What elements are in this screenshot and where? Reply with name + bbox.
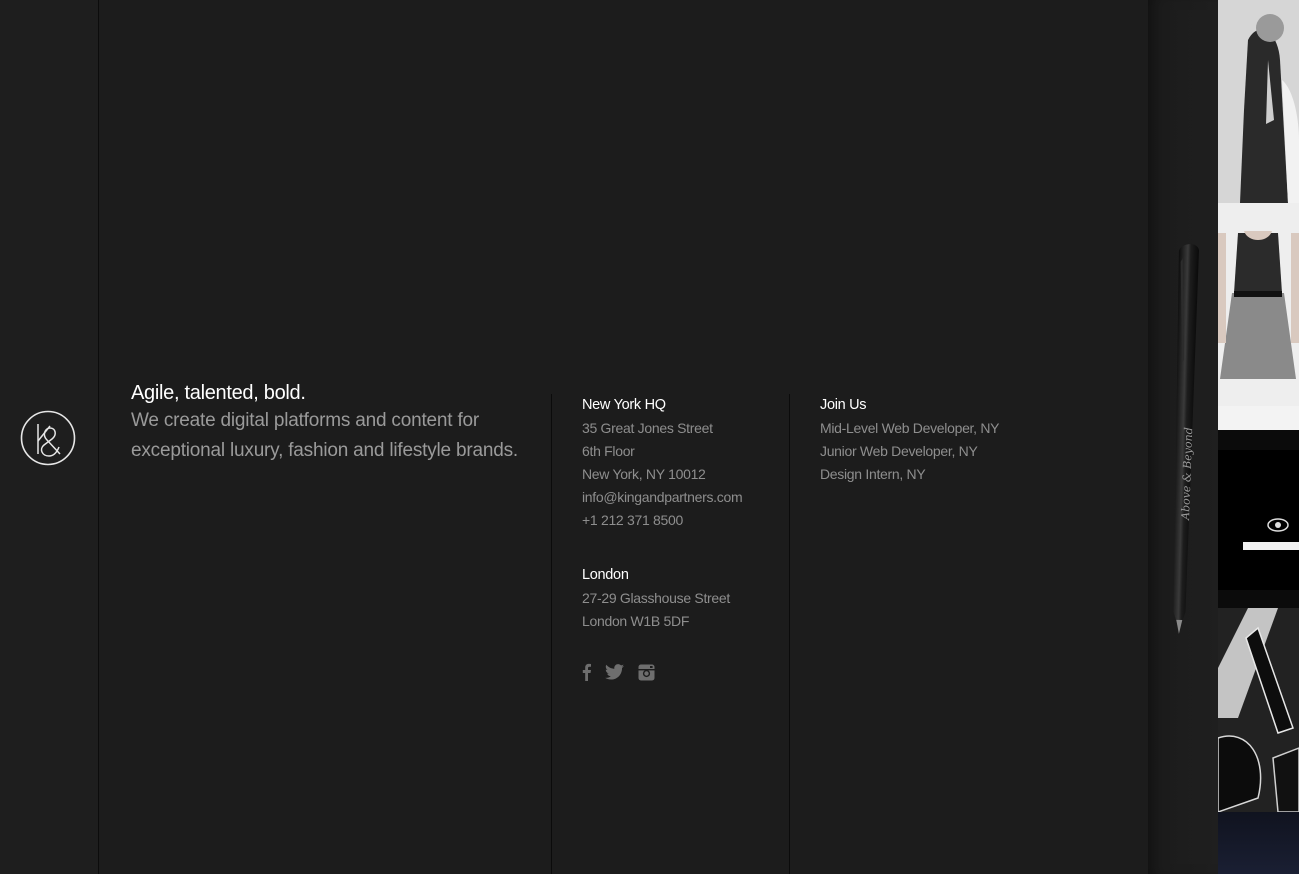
office-new-york: New York HQ 35 Great Jones Street 6th Fl… <box>582 394 743 532</box>
tagline-block: Agile, talented, bold. We create digital… <box>131 380 531 466</box>
instagram-icon[interactable] <box>638 664 655 686</box>
pen-image: Above & Beyond <box>1173 244 1199 634</box>
careers-column: Join Us Mid-Level Web Developer, NY Juni… <box>820 394 999 486</box>
office-london: London 27-29 Glasshouse Street London W1… <box>582 564 730 633</box>
address-line: London W1B 5DF <box>582 613 690 629</box>
job-link-junior-web-developer[interactable]: Junior Web Developer, NY <box>820 440 999 463</box>
job-link-design-intern[interactable]: Design Intern, NY <box>820 463 999 486</box>
address-line: 27-29 Glasshouse Street <box>582 590 730 606</box>
job-link-mid-level-web-developer[interactable]: Mid-Level Web Developer, NY <box>820 417 999 440</box>
address-line: 6th Floor <box>582 443 635 459</box>
portfolio-thumb-navy[interactable] <box>1218 812 1299 874</box>
portfolio-thumb-eye[interactable] <box>1218 430 1299 608</box>
email-link[interactable]: info@kingandpartners.com <box>582 486 743 509</box>
column-divider-right <box>789 394 790 874</box>
portfolio-thumb-graphic[interactable] <box>1218 608 1299 812</box>
office-heading-new-york: New York HQ <box>582 397 666 413</box>
address-line: New York, NY 10012 <box>582 466 706 482</box>
office-heading-london: London <box>582 567 629 583</box>
tagline-description: We create digital platforms and content … <box>131 410 518 461</box>
pen-showcase: Above & Beyond <box>1148 0 1218 874</box>
portfolio-thumb-dress[interactable] <box>1218 203 1299 406</box>
tagline-lead: Agile, talented, bold. <box>131 382 306 404</box>
twitter-icon[interactable] <box>605 664 624 685</box>
svg-text:Above & Beyond: Above & Beyond <box>1179 427 1195 521</box>
careers-heading: Join Us <box>820 397 867 413</box>
address-line: 35 Great Jones Street <box>582 420 713 436</box>
kingandpartners-logo[interactable] <box>20 410 76 466</box>
logo-rail <box>0 0 99 874</box>
footer-page: Agile, talented, bold. We create digital… <box>0 0 1299 874</box>
portfolio-thumb-suit[interactable] <box>1218 0 1299 203</box>
portfolio-image-strip <box>1218 0 1299 874</box>
facebook-icon[interactable] <box>582 663 591 686</box>
social-links <box>582 663 655 686</box>
phone-link[interactable]: +1 212 371 8500 <box>582 509 742 532</box>
column-divider-left <box>551 394 552 874</box>
portfolio-thumb-spacer <box>1218 406 1299 430</box>
